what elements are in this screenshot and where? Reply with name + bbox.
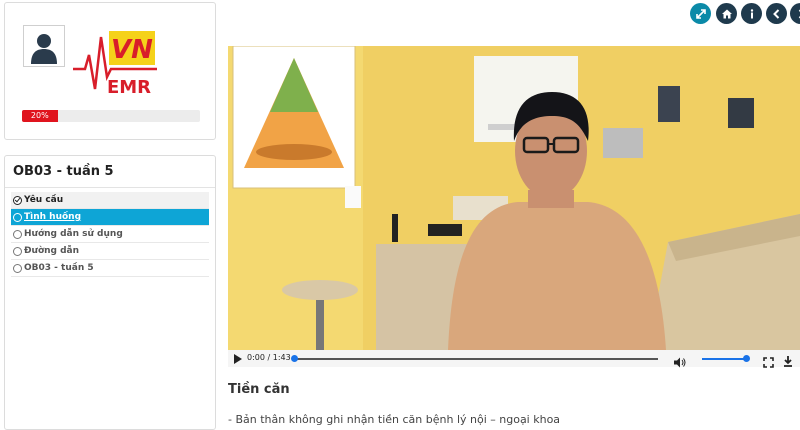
back-button[interactable]	[766, 3, 787, 24]
home-button[interactable]	[716, 3, 737, 24]
video-seek-track[interactable]	[294, 358, 658, 360]
history-heading: Tiền căn	[228, 382, 290, 397]
user-avatar	[23, 25, 65, 67]
nav-item-requirements[interactable]: Yêu cầu	[11, 192, 209, 209]
play-icon[interactable]	[234, 354, 242, 364]
radio-circle-icon	[13, 247, 22, 256]
fullscreen-icon	[695, 8, 707, 20]
fullscreen-button[interactable]	[690, 3, 711, 24]
divider	[5, 187, 215, 188]
user-silhouette-icon	[24, 26, 64, 66]
info-icon	[746, 8, 758, 20]
history-text: - Bản thân không ghi nhận tiền căn bệnh …	[228, 413, 560, 426]
next-button[interactable]	[790, 3, 800, 24]
download-icon[interactable]	[782, 352, 794, 371]
progress-fill: 20%	[22, 110, 58, 122]
nav-item-case[interactable]: OB03 - tuần 5	[11, 260, 209, 277]
video-controls: 0:00 / 1:43	[228, 350, 800, 367]
video-frame	[228, 46, 800, 350]
nav-item-label: Tình huống	[24, 212, 81, 222]
course-progress-bar: 20%	[22, 110, 200, 122]
radio-circle-icon	[13, 213, 22, 222]
video-time: 0:00 / 1:43	[247, 353, 291, 362]
nav-item-label: Đường dẫn	[24, 246, 79, 256]
case-title: OB03 - tuần 5	[13, 164, 114, 179]
svg-text:VN: VN	[111, 35, 153, 65]
case-video[interactable]	[228, 46, 800, 350]
volume-handle[interactable]	[743, 355, 750, 362]
nav-item-situation[interactable]: Tình huống	[11, 209, 209, 226]
completed-check-icon	[13, 196, 22, 205]
case-nav-list: Yêu cầu Tình huống Hướng dẫn sử dụng Đườ…	[11, 192, 209, 277]
nav-item-label: Hướng dẫn sử dụng	[24, 229, 123, 239]
video-seek-handle[interactable]	[291, 355, 298, 362]
case-nav-card: OB03 - tuần 5 Yêu cầu Tình huống Hướng d…	[4, 155, 216, 430]
back-icon	[771, 8, 783, 20]
vnemr-logo: VN EMR	[71, 25, 159, 101]
video-fullscreen-icon[interactable]	[763, 353, 774, 372]
volume-track[interactable]	[702, 358, 746, 360]
nav-item-label: OB03 - tuần 5	[24, 263, 94, 273]
profile-card: VN EMR 20%	[4, 2, 216, 140]
nav-item-user-guide[interactable]: Hướng dẫn sử dụng	[11, 226, 209, 243]
nav-item-label: Yêu cầu	[24, 195, 63, 205]
home-icon	[721, 8, 733, 20]
nav-item-links[interactable]: Đường dẫn	[11, 243, 209, 260]
radio-circle-icon	[13, 230, 22, 239]
volume-icon[interactable]	[674, 353, 686, 372]
progress-label: 20%	[31, 111, 49, 120]
next-icon	[795, 8, 800, 20]
radio-circle-icon	[13, 264, 22, 273]
svg-text:EMR: EMR	[107, 77, 151, 98]
info-button[interactable]	[741, 3, 762, 24]
